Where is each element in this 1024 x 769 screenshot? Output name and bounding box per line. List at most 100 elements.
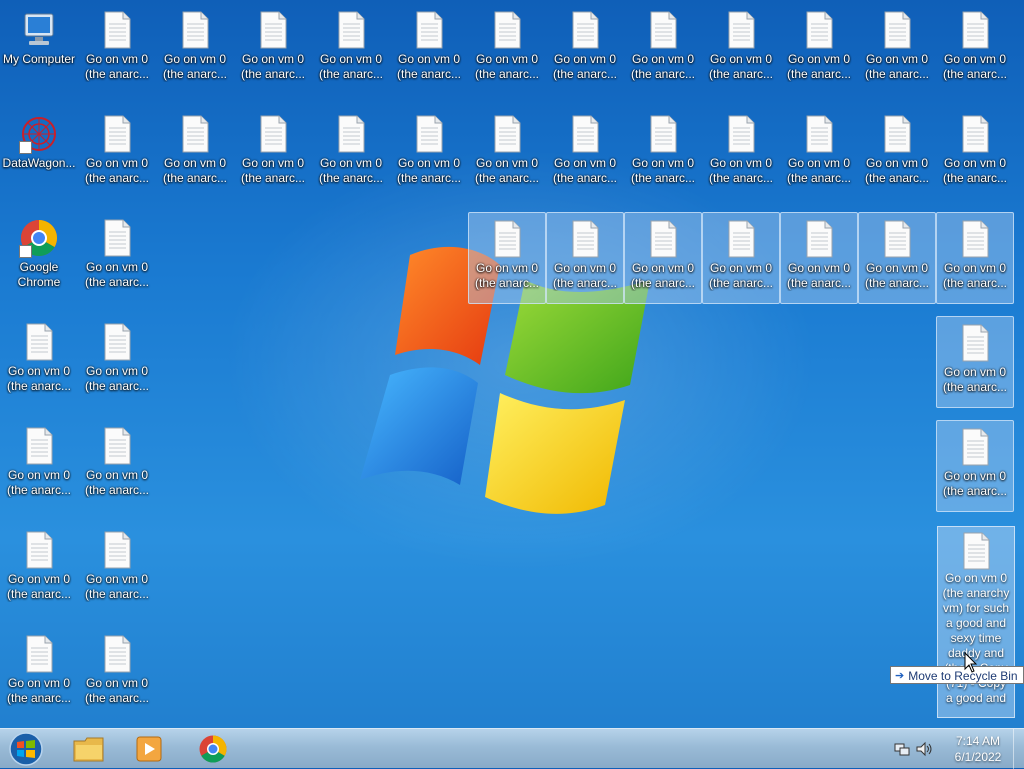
file-label-line2: (the anarc...	[162, 67, 228, 81]
file-label-line1: Go on vm 0	[553, 261, 617, 275]
text-file-item[interactable]: Go on vm 0 (the anarc...	[624, 108, 702, 200]
text-file-item[interactable]: Go on vm 0 (the anarc...	[78, 524, 156, 616]
media-player-icon	[136, 736, 162, 762]
text-file-icon	[19, 634, 59, 674]
text-file-item-selected[interactable]: Go on vm 0 (the anarc...	[702, 212, 780, 304]
file-label-line2: (the anarc...	[786, 276, 852, 290]
file-label-line2: (the anarc...	[240, 171, 306, 185]
network-icon[interactable]	[894, 741, 910, 757]
text-file-icon	[175, 10, 215, 50]
show-desktop-button[interactable]	[1013, 729, 1024, 769]
text-file-item[interactable]: Go on vm 0 (the anarc...	[312, 108, 390, 200]
file-label-line1: Go on vm 0	[943, 52, 1007, 66]
text-file-item[interactable]: Go on vm 0 (the anarc...	[234, 4, 312, 96]
text-file-item[interactable]: Go on vm 0 (the anarc...	[234, 108, 312, 200]
text-file-item[interactable]: Go on vm 0 (the anarc...	[546, 108, 624, 200]
text-file-item[interactable]: Go on vm 0 (the anarc...	[390, 108, 468, 200]
file-label-line1: Go on vm 0	[163, 52, 227, 66]
file-label-line1: Go on vm 0	[631, 156, 695, 170]
text-file-item-selected[interactable]: Go on vm 0 (the anarc...	[468, 212, 546, 304]
text-file-item[interactable]: Go on vm 0 (the anarc...	[0, 420, 78, 512]
start-button[interactable]	[4, 730, 48, 768]
datawagon-icon-item[interactable]: DataWagon...	[0, 108, 78, 200]
text-file-item[interactable]: Go on vm 0 (the anarc...	[312, 4, 390, 96]
text-file-item[interactable]: Go on vm 0 (the anarc...	[780, 4, 858, 96]
text-file-item[interactable]: Go on vm 0 (the anarc...	[468, 108, 546, 200]
text-file-item-selected[interactable]: Go on vm 0 (the anarc...	[936, 316, 1014, 408]
text-file-item[interactable]: Go on vm 0 (the anarc...	[702, 4, 780, 96]
text-file-item[interactable]: Go on vm 0 (the anarc...	[156, 108, 234, 200]
file-label-line1: Go on vm 0	[7, 676, 71, 690]
file-label-line1: Go on vm 0	[553, 52, 617, 66]
text-file-item[interactable]: Go on vm 0 (the anarc...	[78, 316, 156, 408]
file-label-line2: (the anarc...	[84, 691, 150, 705]
tooltip-label: Move to Recycle Bin	[908, 668, 1018, 683]
text-file-icon	[175, 114, 215, 154]
file-label-line1: Go on vm 0	[943, 261, 1007, 275]
file-label-line1: Go on vm 0	[709, 261, 773, 275]
my-computer-icon-item[interactable]: My Computer	[0, 4, 78, 96]
google-chrome-icon-item[interactable]: Google Chrome	[0, 212, 78, 304]
text-file-item[interactable]: Go on vm 0 (the anarc...	[0, 316, 78, 408]
file-label-line1: Go on vm 0	[319, 156, 383, 170]
text-file-item[interactable]: Go on vm 0 (the anarc...	[624, 4, 702, 96]
volume-icon[interactable]	[916, 741, 934, 757]
text-file-icon	[721, 219, 761, 259]
text-file-item[interactable]: Go on vm 0 (the anarc...	[78, 420, 156, 512]
text-file-icon	[97, 322, 137, 362]
text-file-item[interactable]: Go on vm 0 (the anarc...	[78, 4, 156, 96]
text-file-icon	[487, 114, 527, 154]
file-label-line2: (the anarc...	[864, 67, 930, 81]
text-file-icon	[799, 114, 839, 154]
shortcut-arrow-icon	[19, 245, 32, 258]
taskbar-explorer-button[interactable]	[62, 731, 116, 767]
text-file-item[interactable]: Go on vm 0 (the anarc...	[702, 108, 780, 200]
file-label-line2: (the anarc...	[6, 691, 72, 705]
text-file-icon	[331, 114, 371, 154]
text-file-item[interactable]: Go on vm 0 (the anarc...	[390, 4, 468, 96]
drag-ghost-title: Go on vm 0	[944, 571, 1008, 585]
text-file-item[interactable]: Go on vm 0 (the anarc...	[0, 524, 78, 616]
file-label-line2: (the anarc...	[6, 379, 72, 393]
text-file-item[interactable]: Go on vm 0 (the anarc...	[546, 4, 624, 96]
text-file-icon	[955, 219, 995, 259]
file-label-line2: (the anarc...	[552, 276, 618, 290]
file-label-line2: (the anarc...	[630, 276, 696, 290]
text-file-icon	[97, 10, 137, 50]
text-file-icon	[721, 114, 761, 154]
text-file-item[interactable]: Go on vm 0 (the anarc...	[0, 628, 78, 720]
file-label-line2: (the anarc...	[864, 171, 930, 185]
text-file-item[interactable]: Go on vm 0 (the anarc...	[936, 108, 1014, 200]
text-file-icon	[643, 219, 683, 259]
text-file-item-selected[interactable]: Go on vm 0 (the anarc...	[858, 212, 936, 304]
text-file-item[interactable]: Go on vm 0 (the anarc...	[780, 108, 858, 200]
text-file-item[interactable]: Go on vm 0 (the anarc...	[858, 108, 936, 200]
text-file-item[interactable]: Go on vm 0 (the anarc...	[468, 4, 546, 96]
text-file-item[interactable]: Go on vm 0 (the anarc...	[78, 212, 156, 304]
taskbar-chrome-button[interactable]	[186, 731, 240, 767]
text-file-icon	[955, 114, 995, 154]
file-label-line2: (the anarc...	[84, 483, 150, 497]
text-file-item[interactable]: Go on vm 0 (the anarc...	[858, 4, 936, 96]
text-file-icon	[643, 10, 683, 50]
text-file-item[interactable]: Go on vm 0 (the anarc...	[78, 628, 156, 720]
file-label-line1: Go on vm 0	[85, 572, 149, 586]
chrome-icon	[199, 735, 227, 763]
file-label-line1: Go on vm 0	[631, 52, 695, 66]
text-file-item-selected[interactable]: Go on vm 0 (the anarc...	[936, 212, 1014, 304]
text-file-item-selected[interactable]: Go on vm 0 (the anarc...	[546, 212, 624, 304]
clock[interactable]: 7:14 AM 6/1/2022	[940, 733, 1016, 765]
desktop[interactable]: My Computer DataWagon... Google Chrome G…	[0, 0, 1024, 728]
text-file-item[interactable]: Go on vm 0 (the anarc...	[156, 4, 234, 96]
text-file-icon	[799, 10, 839, 50]
file-label-line1: Go on vm 0	[85, 364, 149, 378]
text-file-item-selected[interactable]: Go on vm 0 (the anarc...	[936, 420, 1014, 512]
text-file-item[interactable]: Go on vm 0 (the anarc...	[936, 4, 1014, 96]
text-file-item[interactable]: Go on vm 0 (the anarc...	[78, 108, 156, 200]
text-file-item-selected[interactable]: Go on vm 0 (the anarc...	[624, 212, 702, 304]
file-label-line1: Go on vm 0	[787, 156, 851, 170]
file-label-line1: Go on vm 0	[865, 52, 929, 66]
text-file-icon	[955, 323, 995, 363]
text-file-item-selected[interactable]: Go on vm 0 (the anarc...	[780, 212, 858, 304]
taskbar-media-player-button[interactable]	[122, 731, 176, 767]
